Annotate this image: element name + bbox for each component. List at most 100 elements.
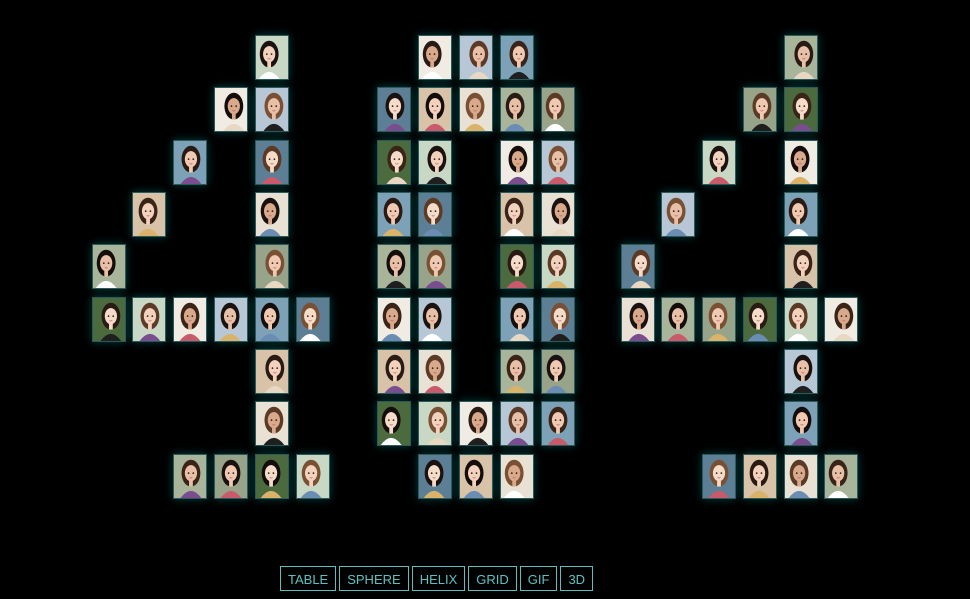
photo-tile[interactable] — [418, 140, 452, 185]
portrait-image — [501, 141, 533, 184]
photo-tile[interactable] — [214, 87, 248, 132]
photo-tile[interactable] — [377, 297, 411, 342]
photo-tile[interactable] — [377, 401, 411, 446]
portrait-image — [93, 245, 125, 288]
photo-tile[interactable] — [702, 297, 736, 342]
photo-tile[interactable] — [255, 454, 289, 499]
photo-tile[interactable] — [214, 454, 248, 499]
photo-tile[interactable] — [824, 454, 858, 499]
photo-tile[interactable] — [500, 349, 534, 394]
photo-tile[interactable] — [784, 401, 818, 446]
photo-tile[interactable] — [661, 192, 695, 237]
photo-tile[interactable] — [418, 192, 452, 237]
photo-tile[interactable] — [377, 87, 411, 132]
portrait-image — [419, 193, 451, 236]
photo-tile[interactable] — [500, 244, 534, 289]
portrait-image — [825, 298, 857, 341]
photo-tile[interactable] — [541, 401, 575, 446]
photo-tile[interactable] — [255, 244, 289, 289]
photo-tile[interactable] — [92, 244, 126, 289]
photo-tile[interactable] — [541, 140, 575, 185]
photo-tile[interactable] — [541, 349, 575, 394]
photo-tile[interactable] — [255, 401, 289, 446]
photo-tile[interactable] — [784, 349, 818, 394]
photo-tile[interactable] — [255, 349, 289, 394]
photo-tile[interactable] — [92, 297, 126, 342]
photo-tile[interactable] — [132, 297, 166, 342]
view-mode-menu: TABLE SPHERE HELIX GRID GIF 3D — [280, 566, 594, 593]
photo-tile[interactable] — [173, 297, 207, 342]
photo-tile[interactable] — [500, 297, 534, 342]
photo-tile[interactable] — [500, 35, 534, 80]
photo-tile[interactable] — [743, 87, 777, 132]
gif-button[interactable]: GIF — [519, 566, 558, 591]
photo-tile[interactable] — [784, 244, 818, 289]
portrait-image — [133, 193, 165, 236]
photo-tile[interactable] — [377, 244, 411, 289]
photo-tile[interactable] — [255, 35, 289, 80]
table-button[interactable]: TABLE — [280, 566, 337, 591]
photo-tile[interactable] — [500, 87, 534, 132]
photo-tile[interactable] — [702, 454, 736, 499]
photo-tile[interactable] — [500, 140, 534, 185]
photo-tile[interactable] — [418, 297, 452, 342]
portrait-image — [378, 350, 410, 393]
photo-tile[interactable] — [621, 297, 655, 342]
photo-tile[interactable] — [377, 192, 411, 237]
photo-tile[interactable] — [173, 454, 207, 499]
portrait-image — [785, 141, 817, 184]
portrait-image — [662, 193, 694, 236]
grid-button[interactable]: GRID — [468, 566, 517, 591]
helix-button[interactable]: HELIX — [411, 566, 466, 591]
photo-tile[interactable] — [500, 454, 534, 499]
photo-tile[interactable] — [255, 192, 289, 237]
portrait-image — [501, 350, 533, 393]
photo-tile[interactable] — [784, 35, 818, 80]
photo-tile[interactable] — [214, 297, 248, 342]
photo-tile[interactable] — [255, 297, 289, 342]
photo-tile[interactable] — [418, 244, 452, 289]
photo-tile[interactable] — [255, 87, 289, 132]
photo-tile[interactable] — [541, 244, 575, 289]
photo-tile[interactable] — [541, 297, 575, 342]
photo-tile[interactable] — [418, 401, 452, 446]
portrait-image — [501, 402, 533, 445]
photo-tile[interactable] — [541, 87, 575, 132]
photo-tile[interactable] — [784, 454, 818, 499]
portrait-image — [256, 245, 288, 288]
portrait-image — [501, 88, 533, 131]
photo-tile[interactable] — [459, 87, 493, 132]
photo-tile[interactable] — [418, 349, 452, 394]
photo-tile[interactable] — [132, 192, 166, 237]
photo-tile[interactable] — [173, 140, 207, 185]
photo-tile[interactable] — [661, 297, 695, 342]
photo-tile[interactable] — [743, 454, 777, 499]
photo-tile[interactable] — [784, 297, 818, 342]
photo-tile[interactable] — [500, 401, 534, 446]
photo-tile[interactable] — [296, 297, 330, 342]
photo-tile[interactable] — [418, 87, 452, 132]
photo-tile[interactable] — [459, 401, 493, 446]
photo-tile[interactable] — [743, 297, 777, 342]
photo-tile[interactable] — [377, 140, 411, 185]
photo-tile[interactable] — [824, 297, 858, 342]
3d-button[interactable]: 3D — [560, 566, 594, 591]
portrait-image — [378, 245, 410, 288]
photo-tile[interactable] — [541, 192, 575, 237]
photo-tile[interactable] — [418, 35, 452, 80]
photo-tile[interactable] — [621, 244, 655, 289]
sphere-button[interactable]: SPHERE — [339, 566, 409, 591]
photo-tile[interactable] — [459, 454, 493, 499]
photo-tile[interactable] — [784, 87, 818, 132]
photo-tile[interactable] — [702, 140, 736, 185]
photo-tile[interactable] — [784, 192, 818, 237]
photo-tile[interactable] — [255, 140, 289, 185]
photo-tile[interactable] — [784, 140, 818, 185]
photo-tile[interactable] — [377, 349, 411, 394]
photo-tile[interactable] — [459, 35, 493, 80]
portrait-image — [785, 402, 817, 445]
photo-tile[interactable] — [418, 454, 452, 499]
photo-tile[interactable] — [296, 454, 330, 499]
portrait-image — [256, 36, 288, 79]
photo-tile[interactable] — [500, 192, 534, 237]
